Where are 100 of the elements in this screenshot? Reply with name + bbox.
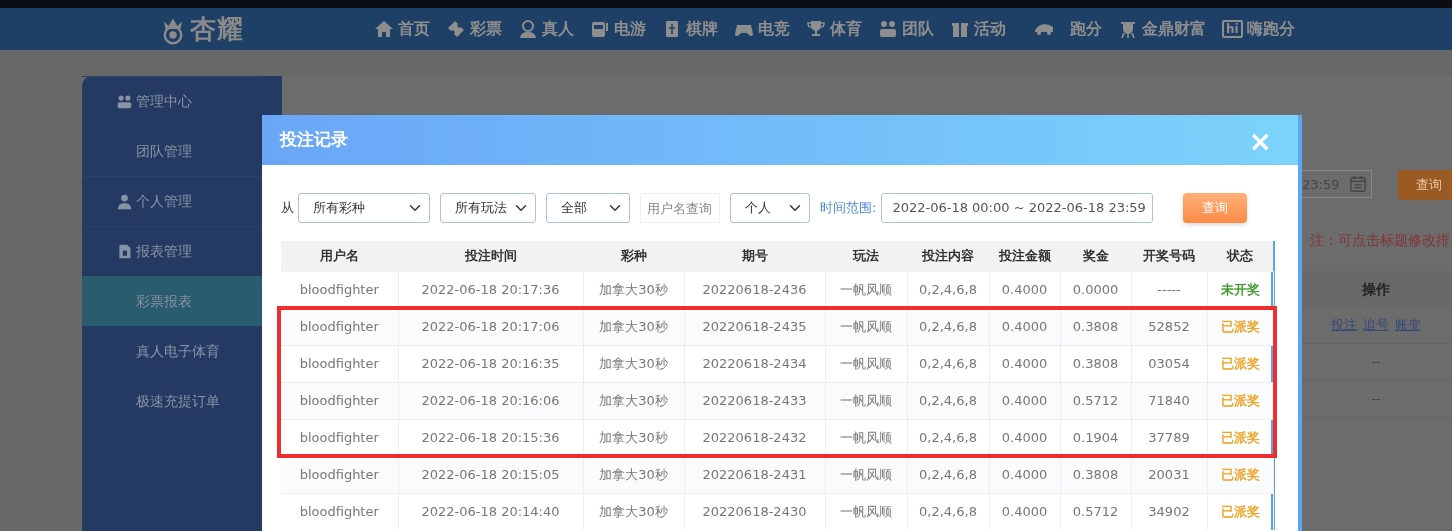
scope-select[interactable]: 个人 — [730, 193, 810, 223]
scope-select[interactable]: 全部 — [546, 193, 630, 223]
status-text: 已派奖 — [1220, 504, 1260, 519]
table-cell: 一帆风顺 — [825, 493, 907, 530]
tripod-icon — [1118, 19, 1138, 39]
table-link[interactable]: 追号 — [1363, 317, 1389, 332]
status-text: 已派奖 — [1220, 429, 1260, 445]
table-cell: 20220618-2430 — [684, 493, 825, 530]
nav-link[interactable]: 棋牌 — [662, 17, 718, 41]
table-cell: 加拿大30秒 — [583, 456, 684, 493]
nav-link[interactable]: 首页 — [374, 17, 430, 41]
trophy-icon — [806, 19, 826, 39]
nav-link[interactable]: 跑分 — [1022, 17, 1102, 41]
table-cell: 20031 — [1131, 456, 1207, 493]
status-text: 已派奖 — [1220, 466, 1260, 482]
person-icon — [518, 19, 538, 39]
table-cell: 0,2,4,6,8 — [907, 308, 989, 345]
column-header: 投注内容 — [907, 241, 989, 271]
table-cell: -- — [1371, 354, 1381, 369]
table-cell: 52852 — [1131, 308, 1207, 345]
table-cell: 0.4000 — [989, 456, 1060, 493]
nav-link[interactable]: 体育 — [806, 17, 862, 41]
table-cell: 一帆风顺 — [825, 456, 907, 493]
calendar-icon — [1349, 174, 1368, 195]
table-cell: 0.5712 — [1060, 493, 1131, 530]
logo-text: 杏耀 — [190, 12, 244, 46]
date-range-field[interactable]: 2022-06-18 00:00 ~ 2022-06-18 23:59 — [881, 193, 1154, 223]
column-header: 投注时间 — [398, 241, 583, 271]
group-icon — [116, 93, 133, 110]
table-cell: 2022-06-18 20:14:40 — [398, 493, 583, 530]
table-cell: 2022-06-18 20:17:36 — [398, 271, 583, 308]
nav-link[interactable]: hi 嗨跑分 — [1222, 17, 1295, 41]
table-cell: 2022-06-18 20:15:05 — [398, 456, 583, 493]
ticket-icon — [446, 19, 466, 39]
home-icon — [374, 19, 394, 39]
hi-logo-icon: hi — [1222, 20, 1243, 38]
table-cell: 0,2,4,6,8 — [907, 493, 989, 530]
table-cell: 加拿大30秒 — [583, 493, 684, 530]
table-cell: bloodfighter — [281, 493, 398, 530]
table-link[interactable]: 投注 — [1331, 317, 1357, 332]
range-label: 时间范围: — [820, 199, 877, 218]
table-cell: -- — [1371, 391, 1381, 406]
column-header: 用户名 — [281, 241, 398, 271]
nav-link[interactable]: 活动 — [950, 17, 1006, 41]
table-cell: 加拿大30秒 — [583, 308, 684, 345]
nav-link[interactable]: 真人 — [518, 17, 574, 41]
nav-link[interactable]: 金鼎财富 — [1118, 17, 1206, 41]
column-header: 玩法 — [825, 241, 907, 271]
sidebar-item[interactable]: 极速充提订单 — [82, 376, 262, 426]
table-cell: ----- — [1131, 271, 1207, 308]
table-cell: 0.3808 — [1060, 456, 1131, 493]
table-cell: 71840 — [1131, 382, 1207, 419]
table-cell: 2022-06-18 20:17:06 — [398, 308, 583, 345]
table-cell: bloodfighter — [281, 308, 398, 345]
sidebar-item[interactable]: 真人电子体育 — [82, 326, 262, 376]
nav-link[interactable]: 团队 — [878, 17, 934, 41]
table-cell: 0,2,4,6,8 — [907, 382, 989, 419]
table-cell: 20220618-2435 — [684, 308, 825, 345]
username-field[interactable]: 用户名查询 — [640, 193, 720, 223]
modal-title: 投注记录 — [280, 128, 348, 152]
table-cell: 0.4000 — [989, 382, 1060, 419]
column-header: 开奖号码 — [1131, 241, 1207, 271]
table-cell: 0.5712 — [1060, 382, 1131, 419]
table-cell: 加拿大30秒 — [583, 271, 684, 308]
table-cell: 0,2,4,6,8 — [907, 456, 989, 493]
search-button[interactable]: 查询 — [1398, 170, 1452, 200]
nav-link[interactable]: 电游 — [590, 17, 646, 41]
nav-link[interactable]: 电竞 — [734, 17, 790, 41]
table-cell: 0.4000 — [989, 493, 1060, 530]
group-icon — [878, 19, 898, 39]
close-button[interactable]: × — [1248, 128, 1272, 156]
table-cell: 20220618-2433 — [684, 382, 825, 419]
sidebar-section[interactable]: 管理中心 — [82, 76, 262, 126]
table-cell: bloodfighter — [281, 382, 398, 419]
column-header: 投注金额 — [989, 241, 1060, 271]
sidebar-item[interactable]: 团队管理 — [82, 126, 262, 176]
document-icon — [116, 243, 133, 260]
table-cell: 一帆风顺 — [825, 308, 907, 345]
table-cell: 20220618-2431 — [684, 456, 825, 493]
person-icon — [116, 193, 133, 210]
column-header: 期号 — [684, 241, 825, 271]
table-cell: 0.3808 — [1060, 308, 1131, 345]
table-cell: 2022-06-18 20:16:06 — [398, 382, 583, 419]
sidebar-item[interactable]: 彩票报表 — [136, 290, 192, 312]
table-cell: 加拿大30秒 — [583, 382, 684, 419]
table-cell: 20220618-2436 — [684, 271, 825, 308]
from-label: 从 — [281, 199, 294, 218]
status-text: 未开奖 — [1220, 281, 1260, 297]
table-cell: 0.0000 — [1060, 271, 1131, 308]
status-text: 已派奖 — [1220, 392, 1260, 408]
table-link[interactable]: 账变 — [1395, 317, 1421, 332]
lottery-select[interactable]: 所有彩种 — [298, 193, 430, 223]
table-cell: 34902 — [1131, 493, 1207, 530]
nav-link[interactable]: 彩票 — [446, 17, 502, 41]
column-header: 彩种 — [583, 241, 684, 271]
search-button[interactable]: 查询 — [1183, 193, 1248, 223]
table-cell: 0.4000 — [989, 308, 1060, 345]
status-text: 已派奖 — [1220, 355, 1260, 371]
play-select[interactable]: 所有玩法 — [440, 193, 536, 223]
table-cell: 0.4000 — [989, 271, 1060, 308]
